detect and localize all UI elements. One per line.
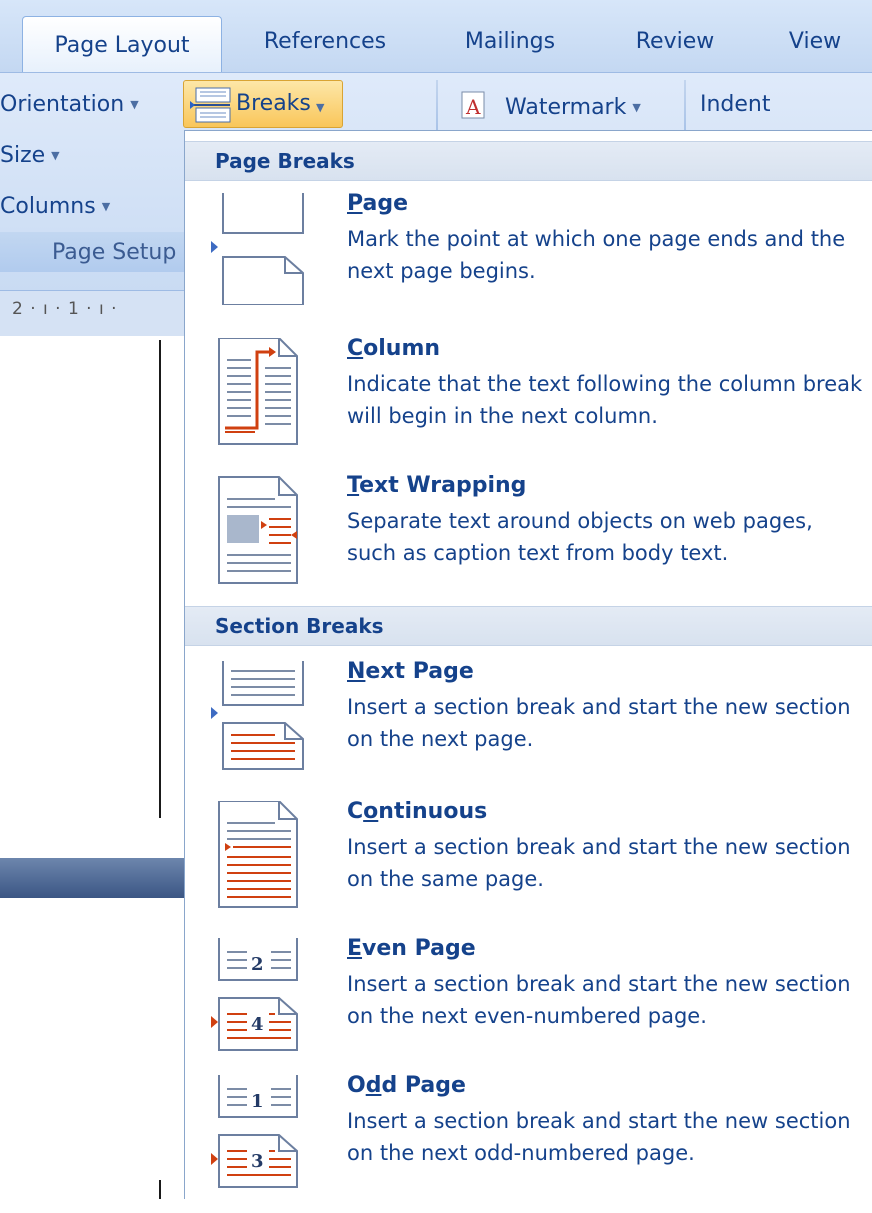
page-break-icon bbox=[211, 193, 321, 309]
ribbon-separator bbox=[436, 80, 438, 130]
page-breaks-header: Page Breaks bbox=[185, 141, 872, 181]
chevron-down-icon: ▼ bbox=[130, 98, 139, 111]
svg-text:1: 1 bbox=[251, 1091, 264, 1112]
menu-item-column-break[interactable]: Column Indicate that the text following … bbox=[185, 336, 872, 476]
indent-label: Indent bbox=[700, 92, 771, 117]
column-break-title: Column bbox=[347, 336, 441, 361]
chevron-down-icon: ▼ bbox=[632, 101, 641, 114]
tab-review[interactable]: Review bbox=[610, 0, 740, 72]
breaks-dropdown-menu: Page Breaks Page Mark the point at which… bbox=[184, 130, 872, 1199]
section-breaks-header: Section Breaks bbox=[185, 606, 872, 646]
columns-label: Columns bbox=[0, 194, 96, 219]
breaks-button[interactable]: Breaks ▼ bbox=[183, 80, 343, 128]
even-page-icon: 2 4 bbox=[211, 938, 321, 1060]
continuous-description: Insert a section break and start the new… bbox=[347, 835, 851, 891]
page-break-description: Mark the point at which one page ends an… bbox=[347, 227, 846, 283]
watermark-button[interactable]: A Watermark ▼ bbox=[460, 90, 641, 120]
menu-item-text-wrapping[interactable]: Text Wrapping Separate text around objec… bbox=[185, 473, 872, 613]
next-page-description: Insert a section break and start the new… bbox=[347, 695, 851, 751]
chevron-down-icon: ▼ bbox=[51, 149, 60, 162]
svg-text:A: A bbox=[465, 95, 481, 119]
next-page-icon bbox=[211, 661, 321, 777]
menu-item-odd-page[interactable]: 1 3 Odd Page Insert a section break and … bbox=[185, 1073, 872, 1213]
svg-text:3: 3 bbox=[251, 1151, 264, 1172]
ribbon-tab-strip: Page Layout References Mailings Review V… bbox=[0, 0, 872, 75]
odd-page-title: Odd Page bbox=[347, 1073, 466, 1098]
page-setup-group-label[interactable]: Page Setup bbox=[52, 240, 176, 265]
watermark-icon: A bbox=[461, 91, 485, 119]
document-page-gap bbox=[0, 858, 185, 898]
menu-item-next-page[interactable]: Next Page Insert a section break and sta… bbox=[185, 659, 872, 799]
continuous-title: Continuous bbox=[347, 799, 488, 824]
continuous-icon bbox=[211, 800, 321, 917]
watermark-label: Watermark bbox=[505, 95, 627, 120]
document-margin-line bbox=[159, 340, 161, 818]
orientation-label: Orientation bbox=[0, 92, 125, 117]
tab-view[interactable]: View bbox=[770, 0, 860, 72]
menu-item-continuous[interactable]: Continuous Insert a section break and st… bbox=[185, 799, 872, 939]
orientation-button[interactable]: Orientation ▼ bbox=[0, 92, 139, 117]
svg-text:2: 2 bbox=[251, 954, 264, 975]
chevron-down-icon: ▼ bbox=[101, 200, 111, 213]
section-breaks-header-label: Section Breaks bbox=[215, 614, 384, 638]
column-break-description: Indicate that the text following the col… bbox=[347, 372, 863, 428]
breaks-icon bbox=[190, 87, 232, 127]
even-page-title: Even Page bbox=[347, 936, 476, 961]
text-wrapping-icon bbox=[211, 475, 321, 591]
menu-item-even-page[interactable]: 2 4 Even Page Insert a section break and… bbox=[185, 936, 872, 1076]
svg-text:4: 4 bbox=[251, 1014, 264, 1035]
odd-page-icon: 1 3 bbox=[211, 1075, 321, 1197]
ruler[interactable]: 2 · ı · 1 · ı · bbox=[0, 290, 185, 336]
ruler-ticks: 2 · ı · 1 · ı · bbox=[12, 299, 118, 319]
text-wrapping-description: Separate text around objects on web page… bbox=[347, 509, 813, 565]
tab-page-layout[interactable]: Page Layout bbox=[22, 16, 222, 75]
next-page-title: Next Page bbox=[347, 659, 474, 684]
tab-mailings[interactable]: Mailings bbox=[440, 0, 580, 72]
page-breaks-header-label: Page Breaks bbox=[215, 149, 355, 173]
text-wrapping-title: Text Wrapping bbox=[347, 473, 527, 498]
even-page-description: Insert a section break and start the new… bbox=[347, 972, 851, 1028]
page-break-title: Page bbox=[347, 191, 409, 216]
document-margin-line bbox=[159, 1180, 161, 1199]
breaks-label: Breaks bbox=[236, 91, 311, 116]
size-label: Size bbox=[0, 143, 46, 168]
column-break-icon bbox=[211, 337, 321, 454]
odd-page-description: Insert a section break and start the new… bbox=[347, 1109, 851, 1165]
chevron-down-icon: ▼ bbox=[316, 101, 325, 114]
size-button[interactable]: Size ▼ bbox=[0, 143, 60, 168]
tab-references[interactable]: References bbox=[240, 0, 410, 72]
ribbon-separator bbox=[684, 80, 686, 130]
menu-item-page-break[interactable]: Page Mark the point at which one page en… bbox=[185, 191, 872, 331]
columns-button[interactable]: Columns ▼ bbox=[0, 194, 110, 219]
